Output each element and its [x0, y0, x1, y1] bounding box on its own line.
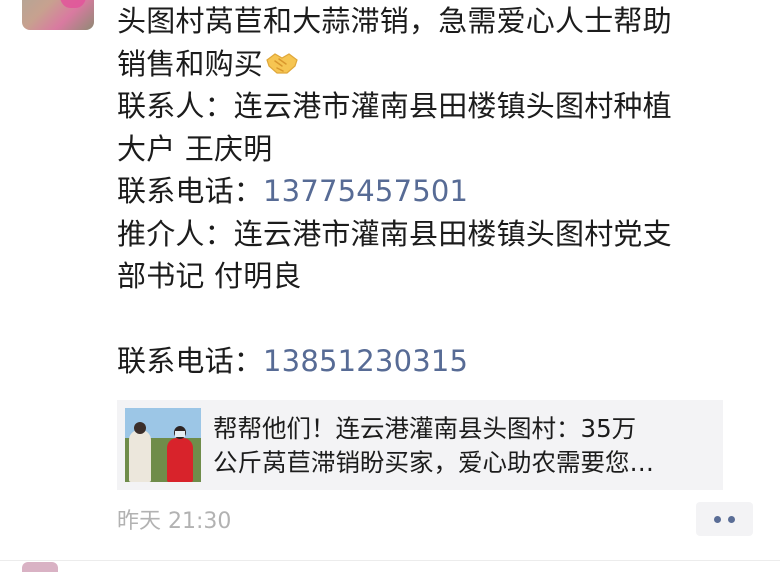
referrer-phone-label: 联系电话：	[117, 344, 264, 378]
contact-phone-label: 联系电话：	[117, 174, 264, 208]
contact-phone-link[interactable]: 13775457501	[263, 174, 468, 208]
post-line: 头图村莴苣和大蒜滞销，急需爱心人士帮助	[117, 4, 672, 38]
post-line: 部书记 付明良	[117, 259, 302, 293]
divider	[0, 560, 780, 561]
post-timestamp: 昨天 21:30	[117, 509, 232, 534]
post-line: 推介人：连云港市灌南县田楼镇头图村党支	[117, 216, 672, 251]
post-text: 头图村莴苣和大蒜滞销，急需爱心人士帮助 销售和购买 联系人：连云港市灌南县田楼镇…	[117, 0, 747, 383]
article-thumbnail	[125, 408, 201, 482]
shared-article-card[interactable]: 帮帮他们！连云港灌南县头图村：35万 公斤莴苣滞销盼买家，爱心助农需要您…	[117, 400, 723, 490]
article-title: 帮帮他们！连云港灌南县头图村：35万 公斤莴苣滞销盼买家，爱心助农需要您…	[213, 412, 713, 480]
post-line: 联系人：连云港市灌南县田楼镇头图村种植	[117, 89, 672, 123]
handshake-icon	[266, 52, 298, 74]
post-line: 大户 王庆明	[117, 131, 273, 166]
post-line: 销售和购买	[117, 43, 747, 86]
more-dots-icon	[714, 515, 721, 523]
post-line: 联系电话：13851230315	[117, 340, 747, 383]
referrer-phone-link[interactable]: 13851230315	[263, 344, 468, 378]
article-title-line: 帮帮他们！连云港灌南县头图村：35万	[213, 414, 637, 443]
author-avatar[interactable]	[22, 0, 94, 30]
more-actions-button[interactable]	[696, 502, 753, 536]
post-line: 联系电话：13775457501	[117, 170, 747, 213]
more-dots-icon	[728, 515, 735, 523]
next-post-avatar[interactable]	[22, 562, 58, 572]
post-line-text: 销售和购买	[117, 46, 264, 81]
article-title-line: 公斤莴苣滞销盼买家，爱心助农需要您…	[213, 448, 654, 477]
